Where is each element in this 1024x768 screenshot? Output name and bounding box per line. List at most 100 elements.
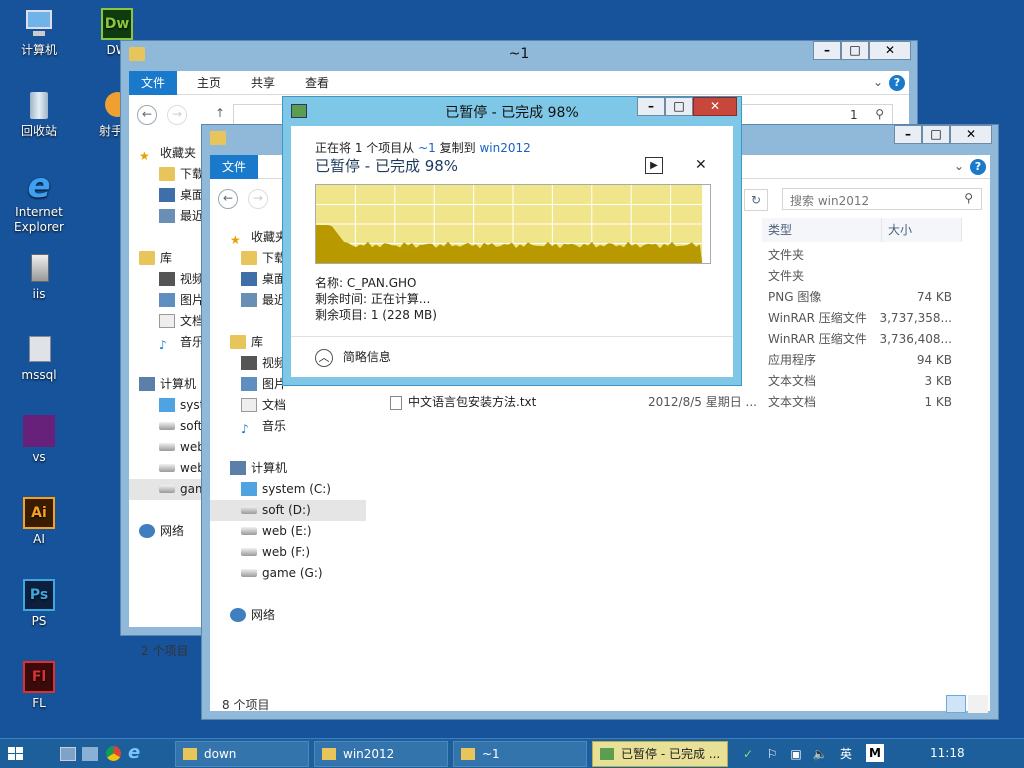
collapse-details-button[interactable]: ︿ 简略信息 [315, 348, 391, 367]
tree-favorites[interactable]: ★ 收藏夹 [139, 143, 196, 164]
quicklaunch-ie-icon[interactable]: e [128, 742, 140, 763]
tree-desktop[interactable]: 桌面 [159, 185, 204, 206]
taskbar-item-copy-progress[interactable]: 已暂停 - 已完成 ... [592, 741, 728, 767]
search-box[interactable]: 搜索 win2012 ⚲ [782, 188, 982, 210]
start-button[interactable] [0, 739, 30, 768]
tray-network-icon[interactable]: ▣ [788, 746, 804, 762]
desktop-icon-ps[interactable]: Ps PS [4, 579, 74, 629]
tree-downloads[interactable]: 下载 [159, 164, 204, 185]
quick-access-toolbar[interactable] [129, 47, 219, 63]
maximize-button[interactable]: □ [665, 97, 693, 116]
quicklaunch-computer-icon[interactable] [82, 747, 98, 761]
tree-documents[interactable]: 文档 [241, 395, 286, 416]
ribbon-expand-icon[interactable]: ⌄ [873, 75, 883, 89]
destination-link[interactable]: win2012 [479, 141, 530, 155]
desktop-icon-iis[interactable]: iis [4, 252, 74, 302]
tree-desktop[interactable]: 桌面 [241, 269, 286, 290]
back-button[interactable]: ← [218, 189, 238, 209]
help-icon[interactable]: ? [970, 159, 986, 175]
tree-drive-f[interactable]: web [159, 458, 205, 479]
details-view-button[interactable] [946, 695, 966, 713]
desktop-icon-mssql[interactable]: mssql [4, 333, 74, 383]
large-icons-view-button[interactable] [968, 695, 988, 713]
forward-button[interactable]: → [167, 105, 187, 125]
tree-computer[interactable]: 计算机 [230, 458, 287, 479]
file-row[interactable]: 中文语言包安装方法.txt 2012/8/5 星期日 ... 文本文档 1 KB [380, 392, 980, 413]
desktop-icon-ai[interactable]: Ai AI [4, 497, 74, 547]
tree-drive-e[interactable]: web [159, 437, 205, 458]
tree-videos[interactable]: 视频 [241, 353, 286, 374]
desktop-icon-computer[interactable]: 计算机 [4, 8, 74, 58]
tree-drive-e[interactable]: web (E:) [241, 521, 312, 542]
maximize-button[interactable]: □ [841, 41, 869, 60]
tree-drive-d[interactable]: soft [159, 416, 202, 437]
desktop-icon-recycle-bin[interactable]: 回收站 [4, 89, 74, 139]
close-button[interactable]: ✕ [950, 125, 992, 144]
tree-drive-f[interactable]: web (F:) [241, 542, 310, 563]
taskbar-item-down[interactable]: down [175, 741, 309, 767]
tab-file[interactable]: 文件 [210, 155, 259, 179]
tree-favorites[interactable]: ★ 收藏夹 [230, 227, 287, 248]
tree-library[interactable]: 库 [230, 332, 263, 353]
ribbon-expand-icon[interactable]: ⌄ [954, 159, 964, 173]
tab-home[interactable]: 主页 [185, 71, 233, 95]
search-icon: ⚲ [964, 191, 973, 205]
back-button[interactable]: ← [137, 105, 157, 125]
column-header-size[interactable]: 大小 [882, 218, 962, 242]
desktop-icon-label: vs [32, 450, 46, 464]
tree-drive-d[interactable]: soft (D:) [210, 500, 366, 521]
tab-share[interactable]: 共享 [239, 71, 287, 95]
tree-documents[interactable]: 文档 [159, 311, 204, 332]
copy-progress-dialog[interactable]: 已暂停 - 已完成 98% – □ ✕ 正在将 1 个项目从 ~1 复制到 wi… [282, 96, 742, 386]
tray-security-icon[interactable]: ✓ [740, 746, 756, 762]
desktop-icon-ie[interactable]: e Internet Explorer [4, 169, 74, 235]
taskbar-item-win2012[interactable]: win2012 [314, 741, 448, 767]
tree-downloads[interactable]: 下载 [241, 248, 286, 269]
minimize-button[interactable]: – [894, 125, 922, 144]
cancel-icon[interactable]: ✕ [695, 157, 707, 173]
tree-drive-c[interactable]: syst [159, 395, 204, 416]
ime-mode-indicator[interactable]: M [866, 744, 884, 762]
source-link[interactable]: ~1 [418, 141, 436, 155]
tab-file[interactable]: 文件 [129, 71, 178, 95]
tree-music[interactable]: ♪ 音乐 [159, 332, 204, 353]
ime-indicator[interactable]: 英 [838, 746, 854, 762]
remaining-time-label: 剩余时间: 正在计算... [315, 292, 431, 306]
maximize-button[interactable]: □ [922, 125, 950, 144]
tree-recent[interactable]: 最近 [159, 206, 204, 227]
window-title: ~1 [508, 46, 530, 62]
close-button[interactable]: ✕ [869, 41, 911, 60]
tree-recent[interactable]: 最近 [241, 290, 286, 311]
tree-pictures[interactable]: 图片 [159, 290, 204, 311]
tree-library[interactable]: 库 [139, 248, 172, 269]
resume-button[interactable]: ▶ [645, 157, 663, 174]
quicklaunch-chrome-icon[interactable] [106, 746, 121, 761]
tab-view[interactable]: 查看 [293, 71, 341, 95]
minimize-button[interactable]: – [813, 41, 841, 60]
tree-drive-g[interactable]: game (G:) [241, 563, 323, 584]
taskbar-item-tilde1[interactable]: ~1 [453, 741, 587, 767]
tray-volume-icon[interactable]: 🔈 [812, 746, 828, 762]
column-header-type[interactable]: 类型 [762, 218, 882, 242]
minimize-button[interactable]: – [637, 97, 665, 116]
close-button[interactable]: ✕ [693, 97, 737, 116]
tree-videos[interactable]: 视频 [159, 269, 204, 290]
folder-icon [461, 748, 475, 760]
refresh-button[interactable]: ↻ [744, 189, 768, 211]
desktop-icon-fl[interactable]: Fl FL [4, 661, 74, 711]
tree-computer[interactable]: 计算机 [139, 374, 196, 395]
desktop-icon-vs[interactable]: vs [4, 415, 74, 465]
quicklaunch-server-manager-icon[interactable] [60, 747, 76, 761]
tree-network[interactable]: 网络 [230, 605, 275, 626]
up-button[interactable]: ↑ [215, 106, 225, 120]
forward-button[interactable]: → [248, 189, 268, 209]
tree-network[interactable]: 网络 [139, 521, 184, 542]
tray-flag-icon[interactable]: ⚐ [764, 746, 780, 762]
status-bar: 2 个项目 [141, 644, 189, 658]
clock[interactable]: 11:18 [930, 746, 965, 760]
tree-music[interactable]: ♪ 音乐 [241, 416, 286, 437]
tree-pictures[interactable]: 图片 [241, 374, 286, 395]
help-icon[interactable]: ? [889, 75, 905, 91]
illustrator-icon: Ai [23, 497, 55, 529]
tree-drive-c[interactable]: system (C:) [241, 479, 331, 500]
